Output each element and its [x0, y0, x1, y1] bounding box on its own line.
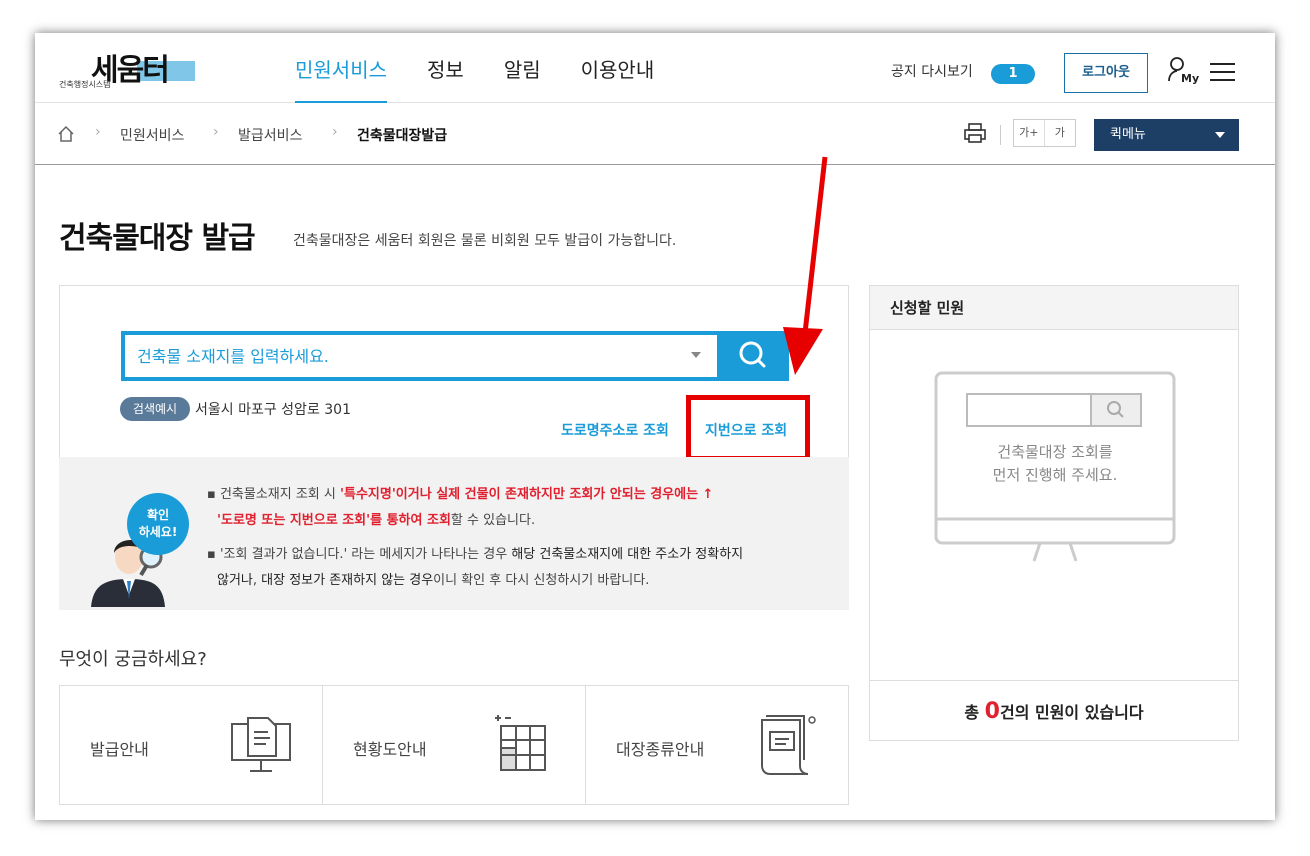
red-annotation-arrow-icon: [783, 156, 828, 375]
browser-frame: 세움터 건축행정시스템 민원서비스 정보 알림 이용안내 공지 다시보기 1 로…: [35, 33, 1275, 820]
